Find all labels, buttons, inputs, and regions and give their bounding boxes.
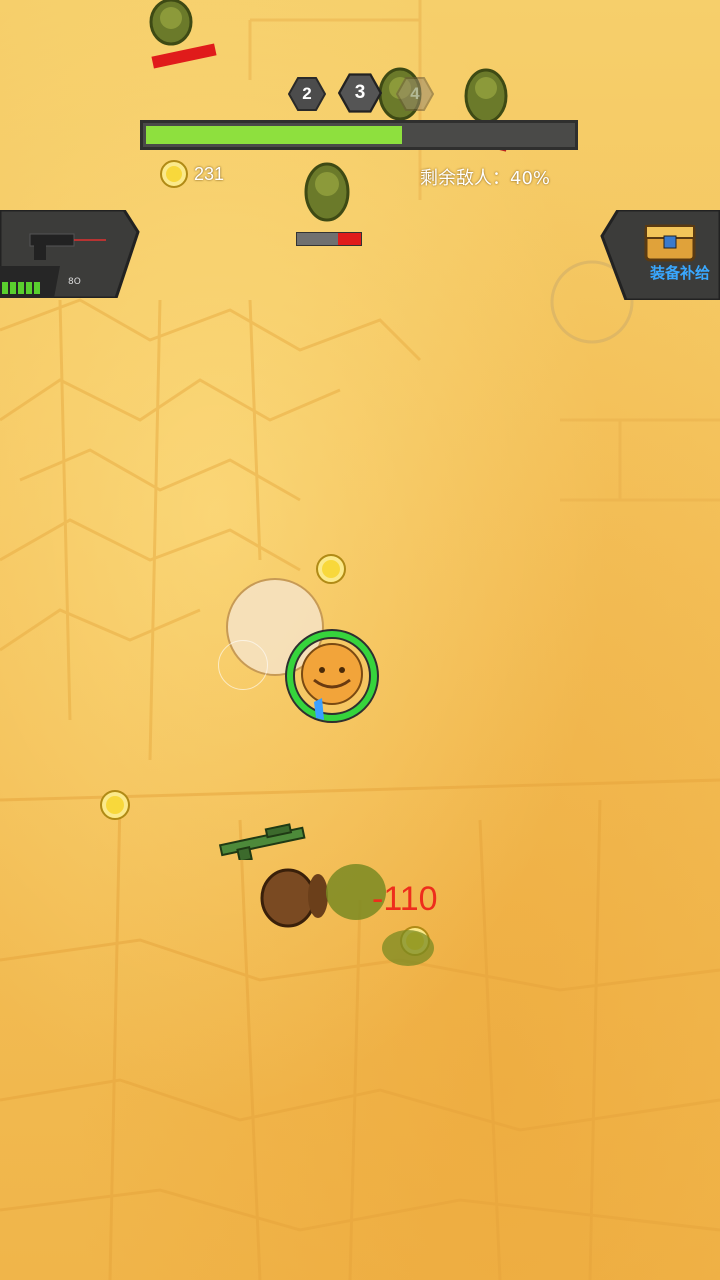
wave-indicator-4: 4 — [396, 76, 434, 112]
wave-progress-fill — [146, 126, 402, 144]
aim-indicator — [218, 640, 268, 690]
supply-button[interactable] — [600, 210, 720, 300]
treasure-chest-icon — [644, 224, 696, 262]
zombie-enemy — [304, 162, 350, 222]
coin-counter: 231 — [160, 160, 224, 188]
supply-label: 装备补给 — [649, 264, 710, 282]
remaining-enemies-text: 剩余敌人：40% — [420, 168, 551, 189]
gold-coin-pickup — [100, 790, 130, 820]
game-scene[interactable]: 2 3 4 231 剩余敌人：40% 8O 装备补给 -110 — [0, 0, 720, 1280]
wave-indicator-2: 2 — [288, 76, 326, 112]
weapon-ammo-label: 8O — [68, 277, 81, 287]
enemy-health-bar — [296, 232, 362, 246]
zombie-enemy — [464, 68, 508, 124]
player-character — [285, 629, 379, 723]
gold-coin-icon — [160, 160, 188, 188]
zombie-enemy — [149, 0, 193, 46]
wave-progress-bar — [140, 120, 578, 150]
coin-count: 231 — [194, 163, 225, 184]
wave-indicator-3: 3 — [338, 72, 382, 114]
dropped-rifle — [218, 823, 306, 860]
damage-number: -110 — [372, 880, 438, 918]
gold-coin-pickup — [316, 554, 346, 584]
